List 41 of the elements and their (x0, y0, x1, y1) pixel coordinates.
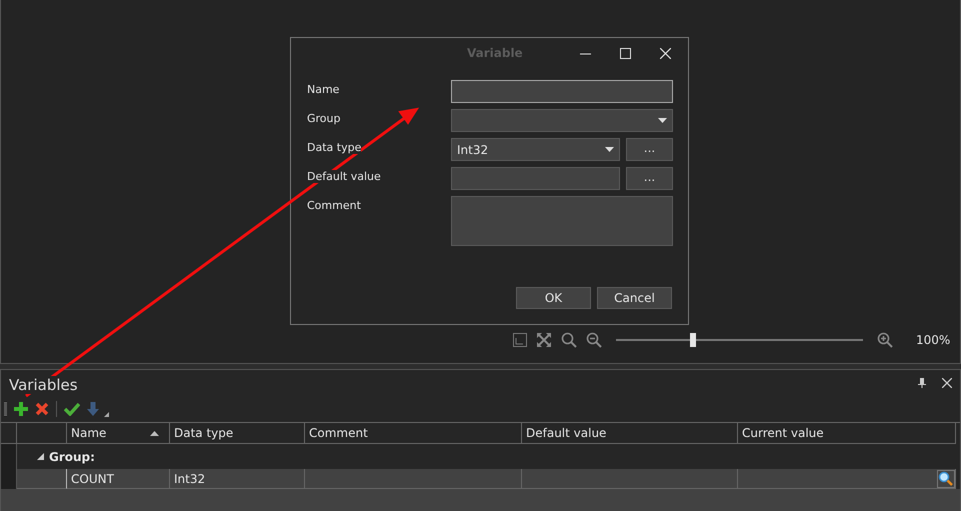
field-label: Group (307, 112, 340, 125)
grip-icon (4, 402, 7, 416)
checkmark-icon[interactable] (64, 402, 80, 416)
field-label: Name (307, 83, 340, 96)
magnifier-icon[interactable] (937, 470, 955, 488)
plus-icon[interactable] (14, 402, 28, 416)
comment-field[interactable] (451, 196, 673, 246)
field-label: Default value (307, 170, 381, 183)
zoom-in-icon[interactable] (877, 332, 893, 348)
browse-button[interactable]: ... (626, 138, 673, 161)
column-header[interactable]: Data type (170, 423, 305, 444)
panel-title: Variables (9, 376, 78, 394)
zoom-percent: 100% (916, 333, 950, 347)
input-field[interactable] (451, 167, 620, 190)
field-label: Comment (307, 199, 361, 212)
search-icon[interactable] (561, 332, 577, 348)
dialog-button[interactable]: Cancel (597, 287, 672, 309)
column-header[interactable]: Default value (522, 423, 738, 444)
browse-button[interactable]: ... (626, 167, 673, 190)
column-header[interactable]: Current value (738, 423, 956, 444)
dropdown-field[interactable] (451, 109, 673, 132)
close-icon[interactable] (942, 378, 952, 388)
input-field[interactable] (451, 80, 673, 103)
dialog-button[interactable]: OK (516, 287, 591, 309)
dropdown-caret-icon[interactable] (605, 147, 614, 152)
group-label: Group: (49, 450, 95, 464)
slider-thumb[interactable] (690, 333, 696, 347)
field-label: Data type (307, 141, 362, 154)
dropdown-icon[interactable] (104, 412, 109, 417)
expand-icon[interactable] (536, 332, 552, 348)
column-header[interactable]: Comment (305, 423, 522, 444)
cross-icon[interactable] (35, 402, 49, 416)
fit-icon[interactable] (513, 333, 527, 347)
table-cell: COUNT (67, 469, 170, 489)
zoom-out-icon[interactable] (586, 332, 602, 348)
pin-icon[interactable] (918, 378, 926, 388)
dropdown-caret-icon[interactable] (658, 118, 667, 123)
column-header[interactable]: Name (67, 423, 170, 444)
expander-icon[interactable] (37, 453, 44, 460)
table-cell: Int32 (170, 469, 305, 489)
dropdown-field[interactable]: Int32 (451, 138, 620, 161)
